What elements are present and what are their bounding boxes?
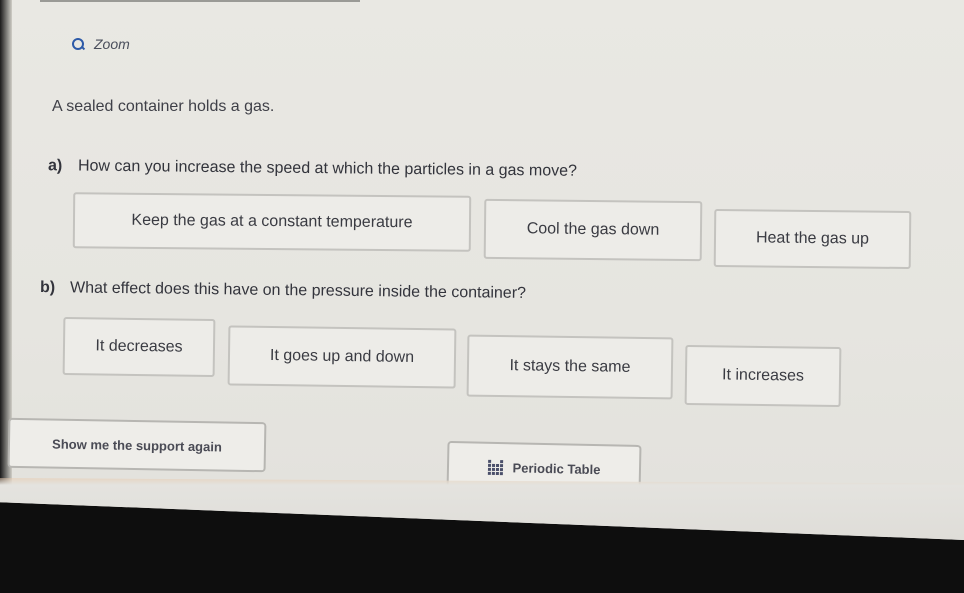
option-b-up-and-down[interactable]: It goes up and down	[227, 325, 457, 389]
screen-bottom-edge	[0, 478, 964, 540]
option-a-cool-down[interactable]: Cool the gas down	[483, 198, 703, 262]
question-a: a) How can you increase the speed at whic…	[48, 157, 577, 181]
show-support-button[interactable]: Show me the support again	[7, 417, 267, 473]
question-a-marker: a)	[47, 157, 63, 175]
option-b-decreases[interactable]: It decreases	[62, 316, 216, 378]
option-label: Heat the gas up	[755, 229, 870, 248]
periodic-table-icon	[487, 459, 503, 475]
periodic-table-label: Periodic Table	[512, 459, 601, 477]
option-label: It stays the same	[509, 357, 631, 376]
option-b-stays-same[interactable]: It stays the same	[466, 334, 674, 400]
question-b-marker: b)	[39, 279, 56, 297]
option-label: Cool the gas down	[526, 220, 660, 239]
question-a-text: How can you increase the speed at which …	[77, 157, 578, 180]
zoom-button[interactable]: Zoom	[72, 36, 130, 52]
magnifier-icon	[72, 38, 84, 50]
zoom-label: Zoom	[94, 36, 130, 52]
option-label: It increases	[721, 366, 805, 385]
option-label: Keep the gas at a constant temperature	[131, 211, 413, 232]
option-label: It goes up and down	[269, 346, 415, 367]
intro-text: A sealed container holds a gas.	[52, 98, 275, 115]
worksheet-screen: Zoom A sealed container holds a gas. a) H…	[0, 0, 964, 540]
option-a-heat-up[interactable]: Heat the gas up	[713, 208, 912, 270]
option-b-increases[interactable]: It increases	[684, 344, 842, 408]
top-divider	[40, 0, 360, 2]
option-label: It decreases	[95, 337, 183, 356]
option-a-constant-temperature[interactable]: Keep the gas at a constant temperature	[72, 192, 472, 252]
show-support-label: Show me the support again	[52, 436, 222, 454]
question-b: b) What effect does this have on the pres…	[40, 279, 526, 303]
question-b-text: What effect does this have on the pressu…	[69, 279, 527, 302]
